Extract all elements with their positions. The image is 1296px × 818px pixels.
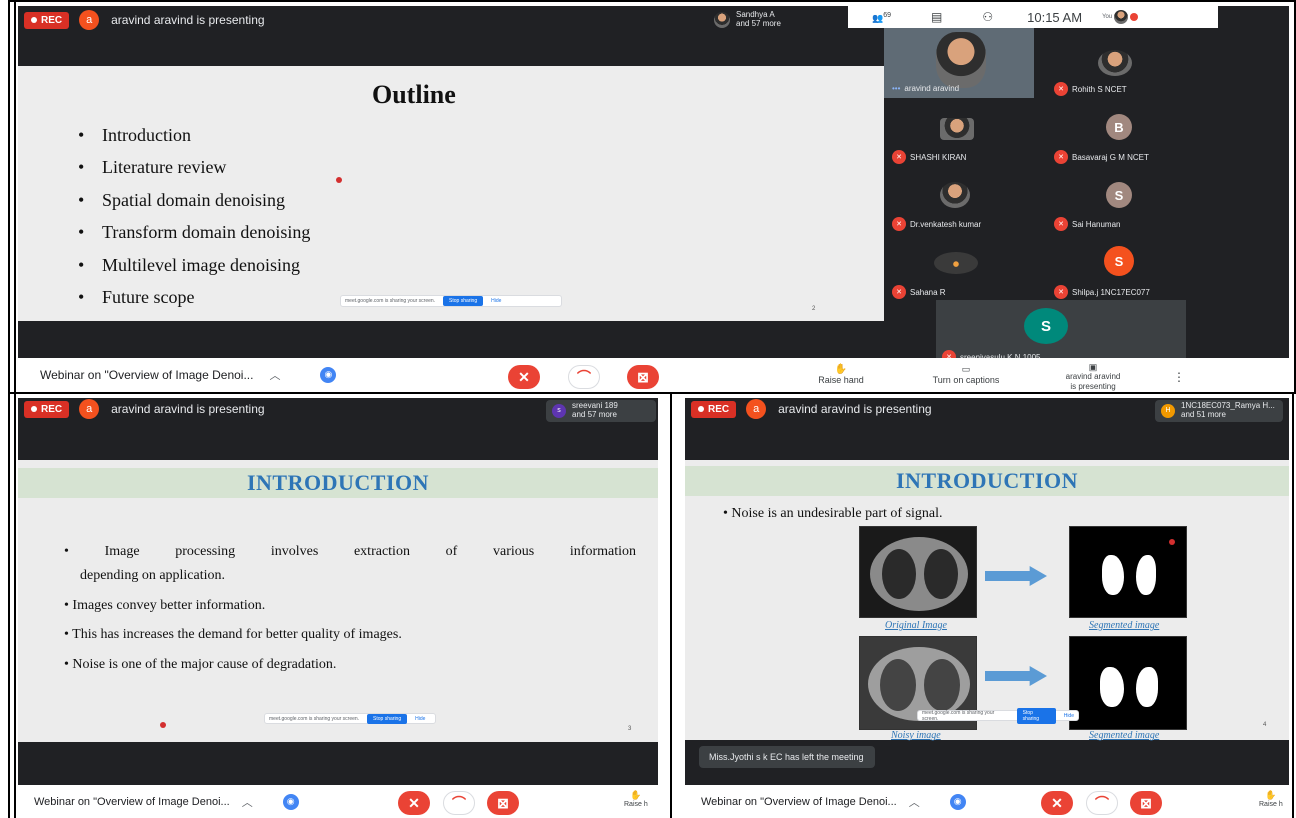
slide-page-number: 3 [628,726,632,732]
shield-icon[interactable]: ◉ [949,793,966,810]
rec-label: REC [708,403,730,415]
paragraph: • This has increases the demand for bett… [64,627,402,643]
hide-button[interactable]: Hide [1064,713,1074,719]
leave-call-button[interactable]: ⌒ [1086,791,1118,815]
meeting-title[interactable]: Webinar on "Overview of Image Denoi... [701,796,897,808]
caption-segmented: Segmented image [1089,620,1160,631]
paragraph: • Images convey better information. [64,597,266,613]
hide-button[interactable]: Hide [415,716,425,722]
segmented-image-bottom [1069,636,1187,730]
shield-icon[interactable]: ◉ [282,793,299,810]
slide-bullet: • Noise is an undesirable part of signal… [723,506,943,521]
presenter-avatar: a [746,399,767,419]
participants-chip[interactable]: s sreevani 189 and 57 more [546,400,656,422]
collage-divider-vertical [14,0,16,818]
laser-pointer [160,722,166,728]
slide-title: INTRODUCTION [895,468,1079,493]
mic-toggle-button[interactable]: ✕ [1041,791,1073,815]
participant-avatar: s [552,404,566,418]
participant-avatar: H [1161,404,1175,418]
leave-call-button[interactable]: ⌒ [443,791,475,815]
rec-label: REC [41,403,63,415]
slide-title: INTRODUCTION [246,470,430,495]
raise-hand-button[interactable]: ✋ Raise h [624,790,648,808]
caption-original: Original Image [885,620,947,631]
seg-lung-left [1102,555,1124,595]
caption-segmented: Segmented image [1089,730,1160,741]
meeting-title[interactable]: Webinar on "Overview of Image Denoi... [34,796,230,808]
presenter-avatar: a [79,399,100,419]
raise-hand-label: Raise h [1259,801,1283,808]
ct-lung-right [924,659,960,711]
participants-chip-more: and 57 more [572,410,617,419]
seg-lung-left [1100,667,1124,707]
segmented-image-top [1069,526,1187,618]
rec-badge: REC [691,400,737,418]
meeting-panel-intro-text: REC a aravind aravind is presenting s sr… [18,398,658,818]
left-meeting-toast: Miss.Jyothi s k EC has left the meeting [699,746,875,768]
participants-chip-more: and 51 more [1181,410,1226,419]
participants-chip[interactable]: H 1NC18EC073_Ramya H... and 51 more [1155,400,1283,422]
paragraph: depending on application. [80,567,226,583]
arrow-icon [985,566,1047,586]
rec-badge: REC [24,400,70,418]
slide-page-number: 4 [1263,722,1267,728]
original-ct-image [859,526,977,618]
presenting-status: aravind aravind is presenting [111,402,265,416]
arrow-icon [985,666,1047,686]
collage-divider-vertical [8,394,10,818]
stop-sharing-button[interactable]: Stop sharing [367,713,408,724]
bottom-bar: Webinar on "Overview of Image Denoi... ︿… [18,785,658,818]
meeting-panel-intro-images: REC a aravind aravind is presenting H 1N… [685,398,1289,818]
hand-icon: ✋ [630,790,642,800]
paragraph: • Image processing involves extraction o… [64,544,636,559]
paragraph: • Noise is one of the major cause of deg… [64,657,337,673]
chevron-up-icon[interactable]: ︿ [909,794,920,810]
seg-lung-right [1136,667,1158,707]
camera-toggle-button[interactable]: ⊠ [1130,791,1162,815]
sharing-notice: meet.google.com is sharing your screen. … [264,713,436,724]
ct-lung-right [924,549,958,599]
collage-divider-middle [670,394,672,818]
ct-lung-left [880,659,916,711]
collage-border-top [8,0,1296,394]
mic-toggle-button[interactable]: ✕ [398,791,430,815]
hand-icon: ✋ [1265,790,1277,800]
presenting-status: aravind aravind is presenting [778,402,932,416]
chevron-up-icon[interactable]: ︿ [242,794,253,810]
bottom-bar: Webinar on "Overview of Image Denoi... ︿… [685,785,1289,818]
slide-title-band: INTRODUCTION [18,468,658,498]
slide-title-band: INTRODUCTION [685,466,1289,496]
collage-divider-right [1292,394,1294,818]
sharing-notice: meet.google.com is sharing your screen. … [917,707,1079,724]
shared-slide: INTRODUCTION • Noise is an undesirable p… [685,460,1289,741]
caption-noisy: Noisy image [891,730,941,741]
stop-sharing-button[interactable]: Stop sharing [1016,707,1056,724]
raise-hand-button[interactable]: ✋ Raise h [1259,790,1283,808]
ct-lung-left [882,549,916,599]
camera-toggle-button[interactable]: ⊠ [487,791,519,815]
shared-slide: INTRODUCTION • Image processing involves… [18,460,658,742]
seg-lung-right [1136,555,1156,595]
raise-hand-label: Raise h [624,801,648,808]
slide-body: • Image processing involves extraction o… [64,540,636,677]
laser-pointer [1169,539,1175,545]
